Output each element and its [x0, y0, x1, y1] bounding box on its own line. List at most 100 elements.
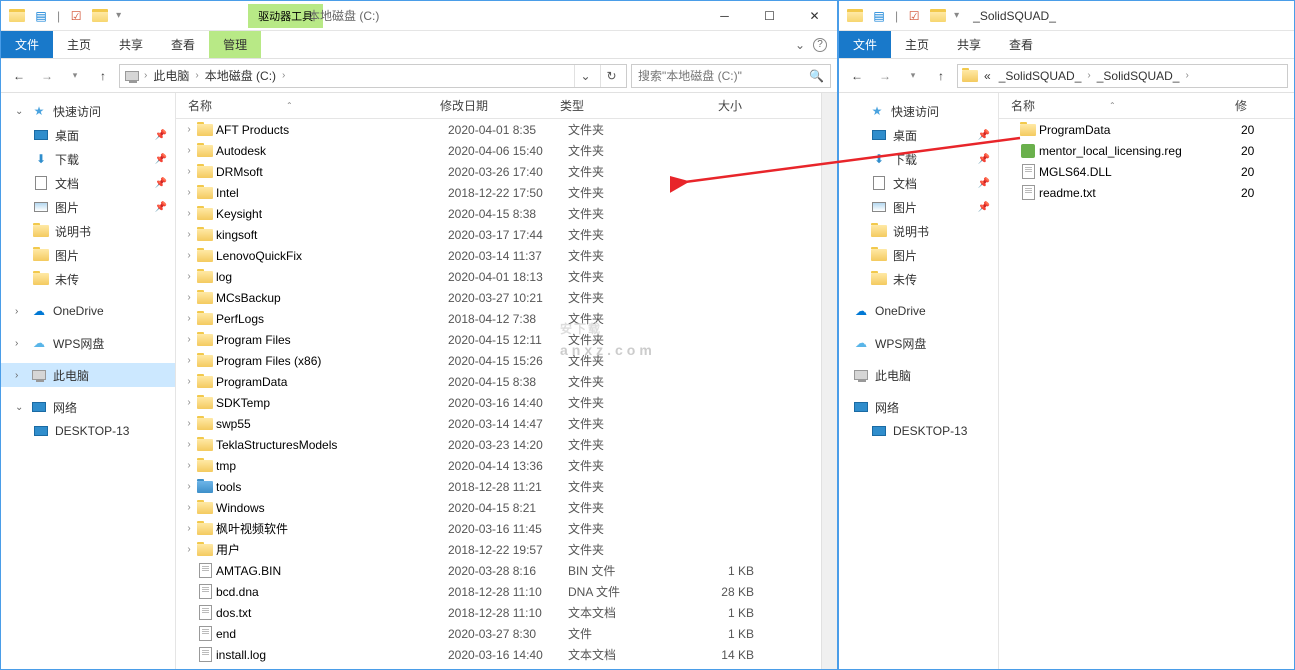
- qat-dropdown[interactable]: ▾: [954, 10, 959, 21]
- expand-icon[interactable]: ›: [182, 376, 196, 387]
- file-list[interactable]: ProgramData20mentor_local_licensing.reg2…: [999, 119, 1294, 669]
- qat-check-icon[interactable]: ☑: [68, 8, 84, 24]
- maximize-button[interactable]: ☐: [747, 2, 792, 30]
- sidebar-desktop[interactable]: 桌面📌: [839, 123, 998, 147]
- qat-folder-icon[interactable]: [930, 8, 946, 24]
- nav-forward-button[interactable]: →: [873, 64, 897, 88]
- file-list[interactable]: ›AFT Products2020-04-01 8:35文件夹›Autodesk…: [176, 119, 821, 669]
- sidebar-desktop-pc[interactable]: DESKTOP-13: [1, 419, 175, 443]
- file-row[interactable]: ›用户2018-12-22 19:57文件夹: [176, 539, 821, 560]
- ribbon-tab-view[interactable]: 查看: [995, 31, 1047, 58]
- qat-icon[interactable]: ▤: [33, 8, 49, 24]
- scrollbar[interactable]: [821, 93, 837, 669]
- close-button[interactable]: ✕: [792, 2, 837, 30]
- address-dropdown-button[interactable]: ⌄: [574, 65, 596, 87]
- file-row[interactable]: ›Program Files (x86)2020-04-15 15:26文件夹: [176, 350, 821, 371]
- file-row[interactable]: AMTAG.BIN2020-03-28 8:16BIN 文件1 KB: [176, 560, 821, 581]
- ribbon-tab-file[interactable]: 文件: [839, 31, 891, 58]
- breadcrumb-2[interactable]: _SolidSQUAD_: [1095, 69, 1182, 83]
- qat-dropdown[interactable]: ▾: [116, 10, 121, 21]
- sidebar-item-manual[interactable]: 说明书: [1, 219, 175, 243]
- file-row[interactable]: ›Intel2018-12-22 17:50文件夹: [176, 182, 821, 203]
- nav-up-button[interactable]: ↑: [91, 64, 115, 88]
- ribbon-tab-manage[interactable]: 管理: [209, 31, 261, 58]
- file-row[interactable]: ›tools2018-12-28 11:21文件夹: [176, 476, 821, 497]
- qat-check-icon[interactable]: ☑: [906, 8, 922, 24]
- file-row[interactable]: ›SDKTemp2020-03-16 14:40文件夹: [176, 392, 821, 413]
- ribbon-tab-share[interactable]: 共享: [943, 31, 995, 58]
- expand-icon[interactable]: ›: [182, 334, 196, 345]
- breadcrumb-overflow[interactable]: «: [982, 69, 993, 83]
- sidebar-onedrive[interactable]: ☁OneDrive: [839, 299, 998, 323]
- crumb-sep[interactable]: ›: [1087, 70, 1090, 81]
- sidebar-downloads[interactable]: ⬇下载📌: [1, 147, 175, 171]
- ribbon-tab-home[interactable]: 主页: [53, 31, 105, 58]
- breadcrumb-1[interactable]: _SolidSQUAD_: [997, 69, 1084, 83]
- expand-icon[interactable]: ›: [182, 481, 196, 492]
- breadcrumb-drive[interactable]: 本地磁盘 (C:): [203, 67, 278, 84]
- sidebar-pictures[interactable]: 图片📌: [1, 195, 175, 219]
- nav-back-button[interactable]: ←: [845, 64, 869, 88]
- header-date[interactable]: 修: [1229, 97, 1253, 114]
- ribbon-expand-icon[interactable]: ⌄ ?: [785, 31, 837, 58]
- nav-history-button[interactable]: ▾: [63, 64, 87, 88]
- breadcrumb-thispc[interactable]: 此电脑: [151, 67, 191, 84]
- file-row[interactable]: readme.txt20: [999, 182, 1294, 203]
- refresh-button[interactable]: ↻: [600, 65, 622, 87]
- search-box[interactable]: 🔍: [631, 64, 831, 88]
- expand-icon[interactable]: ›: [182, 313, 196, 324]
- ribbon-tab-share[interactable]: 共享: [105, 31, 157, 58]
- expand-icon[interactable]: ›: [182, 166, 196, 177]
- file-row[interactable]: mentor_local_licensing.reg20: [999, 140, 1294, 161]
- sidebar-wps[interactable]: ›☁WPS网盘: [1, 331, 175, 355]
- nav-back-button[interactable]: ←: [7, 64, 31, 88]
- sidebar-item-pics2[interactable]: 图片: [1, 243, 175, 267]
- sidebar-wps[interactable]: ☁WPS网盘: [839, 331, 998, 355]
- sidebar-item-pics2[interactable]: 图片: [839, 243, 998, 267]
- file-row[interactable]: ›DRMsoft2020-03-26 17:40文件夹: [176, 161, 821, 182]
- expand-icon[interactable]: ›: [182, 271, 196, 282]
- file-row[interactable]: ›Keysight2020-04-15 8:38文件夹: [176, 203, 821, 224]
- expand-icon[interactable]: ›: [182, 187, 196, 198]
- file-row[interactable]: install.log2020-03-16 14:40文本文档14 KB: [176, 644, 821, 665]
- search-input[interactable]: [638, 69, 809, 83]
- expand-icon[interactable]: ›: [182, 208, 196, 219]
- expand-icon[interactable]: ›: [182, 229, 196, 240]
- minimize-button[interactable]: ─: [702, 2, 747, 30]
- sidebar-quick-access[interactable]: ⌄★快速访问: [1, 99, 175, 123]
- header-name[interactable]: 名称⌃: [1005, 97, 1229, 114]
- file-row[interactable]: ›PerfLogs2018-04-12 7:38文件夹: [176, 308, 821, 329]
- crumb-sep[interactable]: ›: [1185, 70, 1188, 81]
- file-row[interactable]: ›kingsoft2020-03-17 17:44文件夹: [176, 224, 821, 245]
- expand-icon[interactable]: ›: [182, 145, 196, 156]
- file-row[interactable]: ›枫叶视频软件2020-03-16 11:45文件夹: [176, 518, 821, 539]
- header-size[interactable]: 大小: [668, 97, 748, 114]
- sidebar-desktop-pc[interactable]: DESKTOP-13: [839, 419, 998, 443]
- sidebar-network[interactable]: ⌄网络: [1, 395, 175, 419]
- expand-icon[interactable]: ›: [182, 292, 196, 303]
- file-row[interactable]: ›LenovoQuickFix2020-03-14 11:37文件夹: [176, 245, 821, 266]
- file-row[interactable]: end2020-03-27 8:30文件1 KB: [176, 623, 821, 644]
- sidebar-pictures[interactable]: 图片📌: [839, 195, 998, 219]
- header-name[interactable]: 名称⌃: [182, 97, 434, 114]
- file-row[interactable]: ›MCsBackup2020-03-27 10:21文件夹: [176, 287, 821, 308]
- sidebar-documents[interactable]: 文档📌: [1, 171, 175, 195]
- file-row[interactable]: ›Program Files2020-04-15 12:11文件夹: [176, 329, 821, 350]
- sidebar-item-untransferred[interactable]: 未传: [1, 267, 175, 291]
- nav-up-button[interactable]: ↑: [929, 64, 953, 88]
- file-row[interactable]: ›tmp2020-04-14 13:36文件夹: [176, 455, 821, 476]
- expand-icon[interactable]: ›: [182, 397, 196, 408]
- file-row[interactable]: ›TeklaStructuresModels2020-03-23 14:20文件…: [176, 434, 821, 455]
- header-date[interactable]: 修改日期: [434, 97, 554, 114]
- expand-icon[interactable]: ›: [182, 418, 196, 429]
- expand-icon[interactable]: ›: [182, 355, 196, 366]
- sidebar-documents[interactable]: 文档📌: [839, 171, 998, 195]
- sidebar-quick-access[interactable]: ★快速访问: [839, 99, 998, 123]
- header-type[interactable]: 类型: [554, 97, 668, 114]
- ribbon-tab-home[interactable]: 主页: [891, 31, 943, 58]
- expand-icon[interactable]: ›: [182, 544, 196, 555]
- sidebar-item-manual[interactable]: 说明书: [839, 219, 998, 243]
- expand-icon[interactable]: ›: [182, 250, 196, 261]
- nav-history-button[interactable]: ▾: [901, 64, 925, 88]
- sidebar-desktop[interactable]: 桌面📌: [1, 123, 175, 147]
